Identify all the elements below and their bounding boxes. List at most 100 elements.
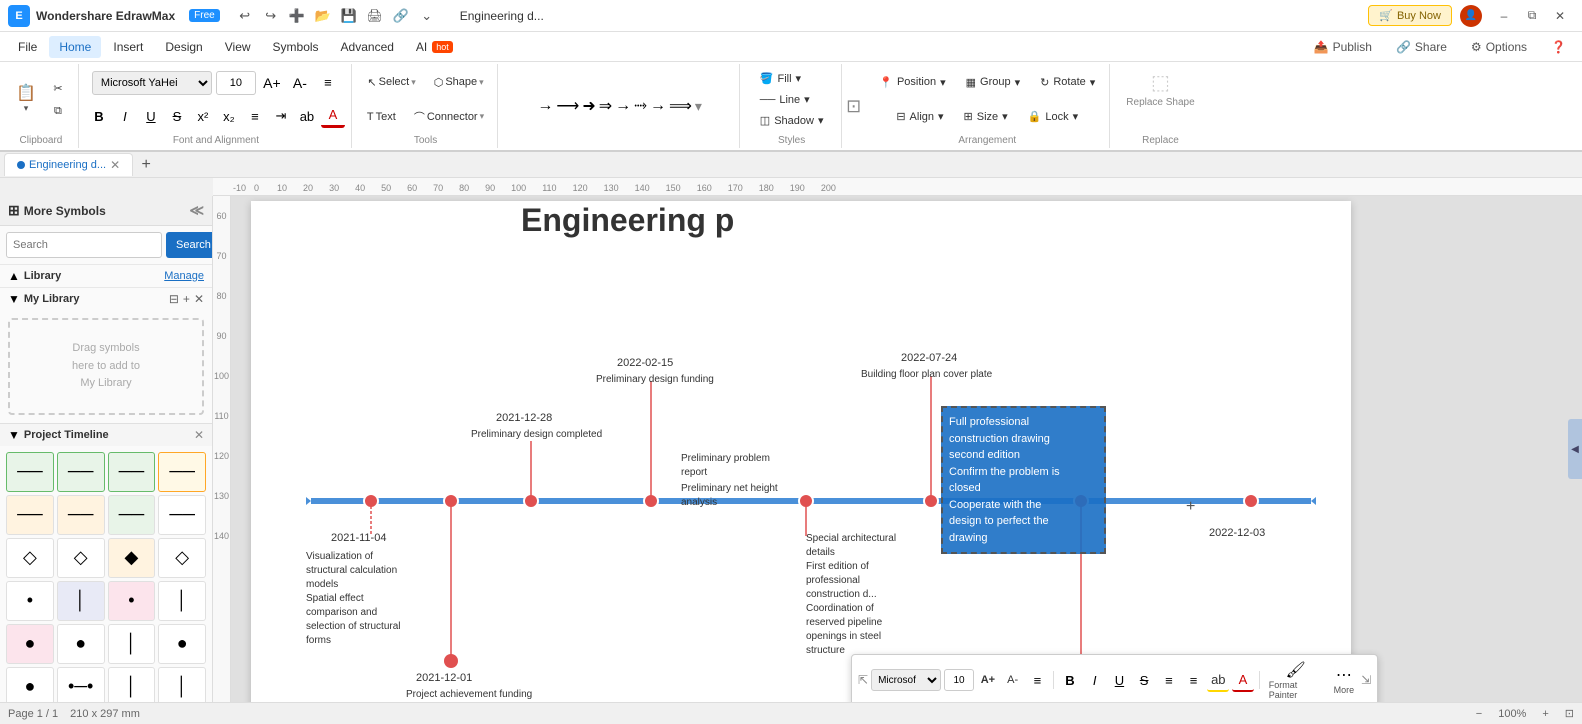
highlight-button[interactable]: ab bbox=[295, 104, 319, 128]
print-button[interactable]: 🖨 bbox=[364, 5, 386, 27]
symbol-item-15[interactable]: │ bbox=[158, 581, 206, 621]
zoom-in-button[interactable]: + bbox=[1538, 708, 1552, 720]
fill-button[interactable]: 🪣 Fill ▾ bbox=[752, 69, 832, 88]
options-button[interactable]: ⚙ Options bbox=[1463, 37, 1535, 57]
group-button[interactable]: ▦ Group ▾ bbox=[958, 73, 1029, 92]
my-library-close-button[interactable]: ✕ bbox=[194, 292, 204, 306]
symbol-item-20[interactable]: ● bbox=[6, 667, 54, 702]
symbol-item-17[interactable]: ● bbox=[57, 624, 105, 664]
arrow-more[interactable]: ▾ bbox=[695, 98, 702, 115]
font-shrink-button[interactable]: A- bbox=[288, 71, 312, 95]
float-italic-btn[interactable]: I bbox=[1084, 668, 1106, 692]
menu-advanced[interactable]: Advanced bbox=[331, 36, 404, 58]
indent-button[interactable]: ⇥ bbox=[269, 104, 293, 128]
open-button[interactable]: 📂 bbox=[312, 5, 334, 27]
dropdown-button[interactable]: ⌄ bbox=[416, 5, 438, 27]
share-button[interactable]: 🔗 Share bbox=[1388, 37, 1455, 57]
strikethrough-button[interactable]: S bbox=[165, 104, 189, 128]
font-size-input[interactable] bbox=[216, 71, 256, 95]
buy-now-button[interactable]: 🛒 Buy Now bbox=[1368, 5, 1452, 26]
position-button[interactable]: 📍 Position ▾ bbox=[871, 73, 953, 92]
symbol-item-0[interactable]: ── bbox=[6, 452, 54, 492]
styles-expand-arrow[interactable]: ⊡ bbox=[846, 96, 861, 117]
shape-dropdown[interactable]: ⬡ Shape ▾ bbox=[427, 69, 491, 95]
size-button[interactable]: ⊞ Size ▾ bbox=[956, 107, 1016, 126]
publish-button[interactable]: 📤 Publish bbox=[1306, 37, 1380, 57]
float-shrink-btn[interactable]: A- bbox=[1002, 668, 1024, 692]
symbol-item-23[interactable]: │ bbox=[158, 667, 206, 702]
arrow7[interactable]: → bbox=[650, 97, 666, 115]
tab-close-button[interactable]: ✕ bbox=[110, 158, 120, 172]
zoom-out-button[interactable]: − bbox=[1472, 708, 1486, 720]
symbol-item-7[interactable]: ── bbox=[158, 495, 206, 535]
manage-button[interactable]: Manage bbox=[164, 270, 204, 282]
menu-home[interactable]: Home bbox=[49, 36, 101, 58]
font-family-select[interactable]: Microsoft YaHei bbox=[92, 71, 212, 95]
subscript-button[interactable]: x₂ bbox=[217, 104, 241, 128]
line-button[interactable]: ── Line ▾ bbox=[752, 90, 832, 109]
align-button[interactable]: ≡ bbox=[316, 71, 340, 95]
symbol-item-22[interactable]: │ bbox=[108, 667, 156, 702]
save-button[interactable]: 💾 bbox=[338, 5, 360, 27]
minimize-button[interactable]: – bbox=[1490, 5, 1518, 27]
text-dropdown[interactable]: T Text bbox=[360, 104, 403, 130]
menu-ai[interactable]: AIhot bbox=[406, 36, 463, 58]
project-close-button[interactable]: ✕ bbox=[194, 428, 204, 442]
search-button[interactable]: Search bbox=[166, 232, 213, 258]
search-input[interactable] bbox=[6, 232, 162, 258]
font-grow-button[interactable]: A+ bbox=[260, 71, 284, 95]
symbol-item-2[interactable]: ── bbox=[108, 452, 156, 492]
event-dot-7[interactable] bbox=[1244, 494, 1258, 508]
share-link-button[interactable]: 🔗 bbox=[390, 5, 412, 27]
symbol-item-3[interactable]: ── bbox=[158, 452, 206, 492]
cut-button[interactable]: ✂ bbox=[44, 78, 72, 99]
selected-text-box[interactable]: Full professional construction drawing s… bbox=[941, 406, 1106, 554]
arrow1[interactable]: → bbox=[537, 97, 553, 115]
sidebar-collapse-button[interactable]: ≪ bbox=[189, 202, 204, 219]
list-button[interactable]: ≡ bbox=[243, 104, 267, 128]
float-collapse-icon[interactable]: ⇱ bbox=[858, 673, 868, 687]
shadow-button[interactable]: ◫ Shadow ▾ bbox=[752, 111, 832, 130]
my-library-add-button[interactable]: + bbox=[183, 292, 190, 306]
symbol-item-19[interactable]: ● bbox=[158, 624, 206, 664]
symbol-item-13[interactable]: │ bbox=[57, 581, 105, 621]
symbol-item-21[interactable]: •─• bbox=[57, 667, 105, 702]
connector-dropdown[interactable]: ⌒ Connector ▾ bbox=[407, 104, 491, 130]
bold-button[interactable]: B bbox=[87, 104, 111, 128]
float-font-select[interactable]: Microsof bbox=[871, 669, 941, 691]
my-library-grid-button[interactable]: ⊟ bbox=[169, 292, 179, 306]
rotate-button[interactable]: ↻ Rotate ▾ bbox=[1032, 73, 1103, 92]
float-more-btn[interactable]: ⋯ More bbox=[1330, 663, 1359, 697]
styles-expand-icon[interactable]: ⊡ bbox=[844, 64, 863, 148]
superscript-button[interactable]: x² bbox=[191, 104, 215, 128]
symbol-item-6[interactable]: ── bbox=[108, 495, 156, 535]
arrow6[interactable]: ⤑ bbox=[634, 97, 647, 115]
symbol-item-16[interactable]: ● bbox=[6, 624, 54, 664]
float-font-size[interactable] bbox=[944, 669, 974, 691]
float-textcolor-btn[interactable]: A bbox=[1232, 668, 1254, 692]
replace-shape-button[interactable]: ⬚ Replace Shape bbox=[1118, 66, 1202, 112]
text-color-button[interactable]: A bbox=[321, 104, 345, 128]
symbol-item-11[interactable]: ◇ bbox=[158, 538, 206, 578]
symbol-item-10[interactable]: ◆ bbox=[108, 538, 156, 578]
symbol-item-18[interactable]: │ bbox=[108, 624, 156, 664]
close-button[interactable]: ✕ bbox=[1546, 5, 1574, 27]
symbol-item-1[interactable]: ── bbox=[57, 452, 105, 492]
align-btn[interactable]: ⊟ Align ▾ bbox=[888, 107, 951, 126]
float-strike-btn[interactable]: S bbox=[1133, 668, 1155, 692]
menu-view[interactable]: View bbox=[215, 36, 261, 58]
menu-design[interactable]: Design bbox=[155, 36, 212, 58]
symbol-item-14[interactable]: • bbox=[108, 581, 156, 621]
canvas-area[interactable]: Engineering p 2021-11-04 Visualization o… bbox=[231, 196, 1582, 702]
new-button[interactable]: ➕ bbox=[286, 5, 308, 27]
help-button[interactable]: ❓ bbox=[1543, 37, 1574, 57]
event-dot-2b[interactable] bbox=[444, 654, 458, 668]
italic-button[interactable]: I bbox=[113, 104, 137, 128]
symbol-item-12[interactable]: • bbox=[6, 581, 54, 621]
float-format-painter-btn[interactable]: 🖌 Format Painter bbox=[1265, 658, 1327, 702]
paste-button[interactable]: 📋 ▾ bbox=[10, 70, 42, 130]
float-expand-icon[interactable]: ⇲ bbox=[1361, 673, 1371, 687]
tab-engineering[interactable]: Engineering d... ✕ bbox=[4, 153, 133, 176]
float-underline-btn[interactable]: U bbox=[1109, 668, 1131, 692]
menu-symbols[interactable]: Symbols bbox=[263, 36, 329, 58]
